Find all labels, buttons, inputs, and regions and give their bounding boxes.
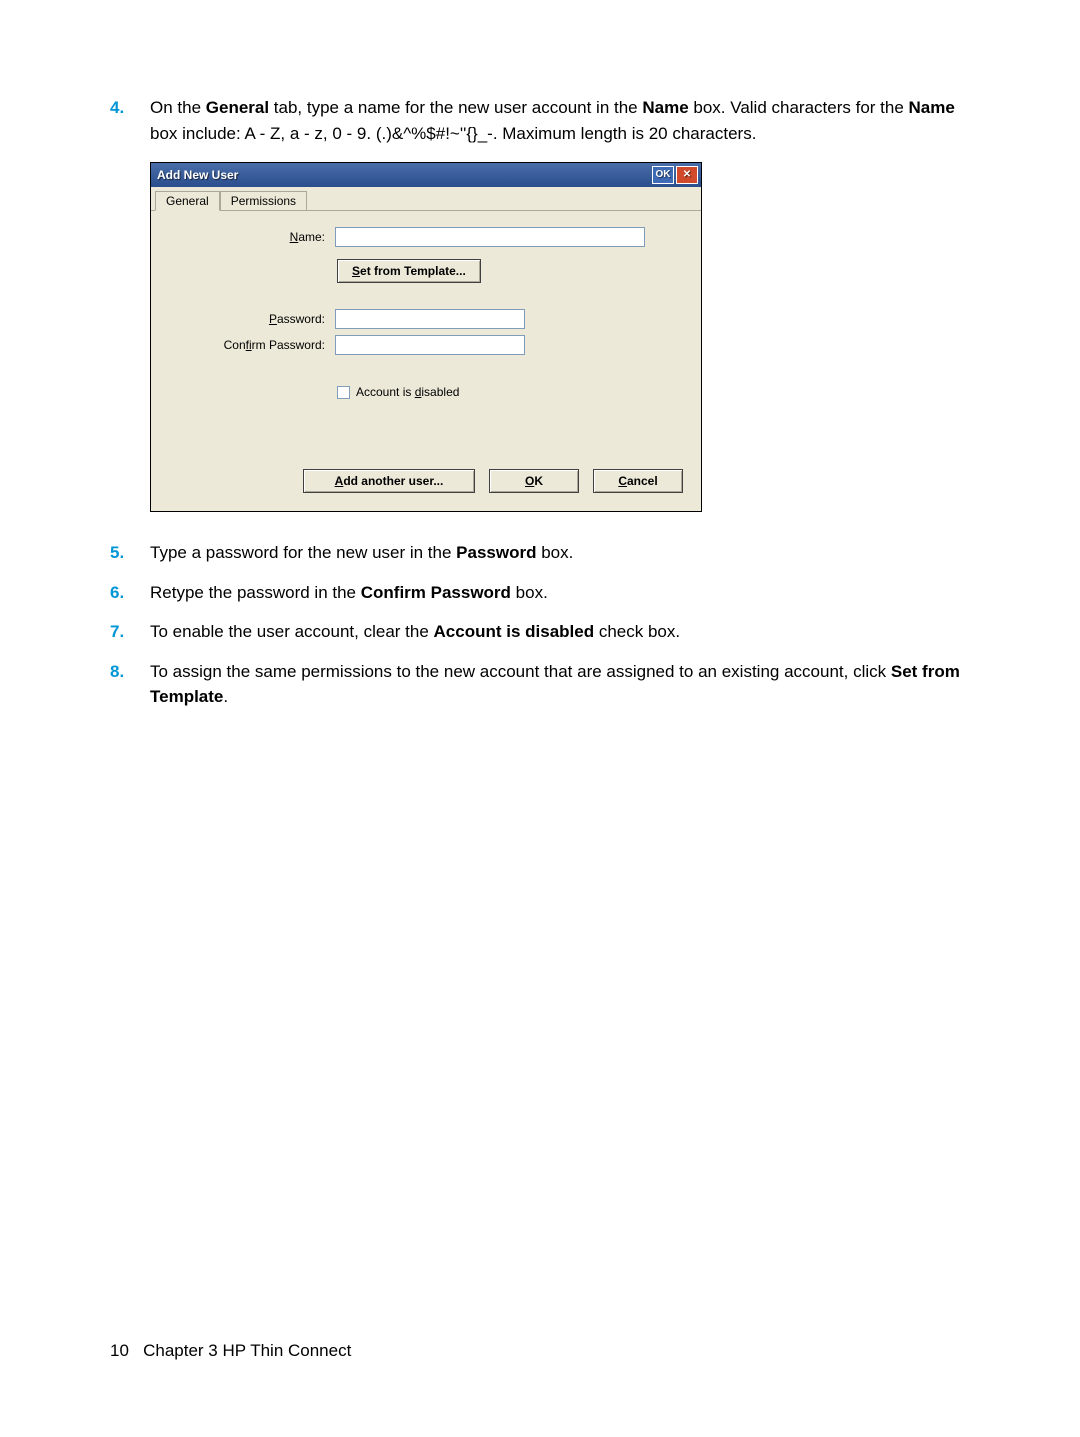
add-another-user-button[interactable]: Add another user... <box>303 469 475 493</box>
confirm-password-input[interactable] <box>335 335 525 355</box>
step-text: On the General tab, type a name for the … <box>150 95 970 146</box>
step-number: 5. <box>110 540 150 566</box>
step-text: To assign the same permissions to the ne… <box>150 659 970 710</box>
step-6: 6. Retype the password in the Confirm Pa… <box>110 580 970 606</box>
page-footer: 10 Chapter 3 HP Thin Connect <box>110 1341 351 1361</box>
add-new-user-dialog: Add New User OK ✕ General Permissions Na… <box>150 162 702 512</box>
page-number: 10 <box>110 1341 129 1360</box>
password-label: Password: <box>165 312 335 326</box>
confirm-password-label: Confirm Password: <box>165 338 335 352</box>
chapter-title: Chapter 3 HP Thin Connect <box>143 1341 351 1360</box>
set-from-template-button[interactable]: Set from Template... <box>337 259 481 283</box>
close-icon: ✕ <box>683 170 691 180</box>
dialog-title: Add New User <box>157 168 238 182</box>
step-number: 4. <box>110 95 150 146</box>
dialog-titlebar: Add New User OK ✕ <box>151 163 701 187</box>
step-text: Type a password for the new user in the … <box>150 540 573 566</box>
step-text: Retype the password in the Confirm Passw… <box>150 580 548 606</box>
ok-button[interactable]: OK <box>489 469 579 493</box>
step-8: 8. To assign the same permissions to the… <box>110 659 970 710</box>
step-number: 8. <box>110 659 150 710</box>
tab-strip: General Permissions <box>151 187 701 211</box>
step-7: 7. To enable the user account, clear the… <box>110 619 970 645</box>
step-5: 5. Type a password for the new user in t… <box>110 540 970 566</box>
account-disabled-checkbox[interactable] <box>337 386 350 399</box>
name-label: Name: <box>165 230 335 244</box>
password-input[interactable] <box>335 309 525 329</box>
step-4: 4. On the General tab, type a name for t… <box>110 95 970 146</box>
step-text: To enable the user account, clear the Ac… <box>150 619 680 645</box>
account-disabled-row: Account is disabled <box>337 385 687 399</box>
titlebar-ok-button[interactable]: OK <box>652 166 674 184</box>
account-disabled-label: Account is disabled <box>356 385 459 399</box>
dialog-body: Name: Set from Template... Password: Con… <box>151 211 701 511</box>
step-number: 6. <box>110 580 150 606</box>
name-input[interactable] <box>335 227 645 247</box>
step-number: 7. <box>110 619 150 645</box>
titlebar-close-button[interactable]: ✕ <box>676 166 698 184</box>
cancel-button[interactable]: Cancel <box>593 469 683 493</box>
tab-permissions[interactable]: Permissions <box>220 191 307 210</box>
tab-general[interactable]: General <box>155 191 220 211</box>
